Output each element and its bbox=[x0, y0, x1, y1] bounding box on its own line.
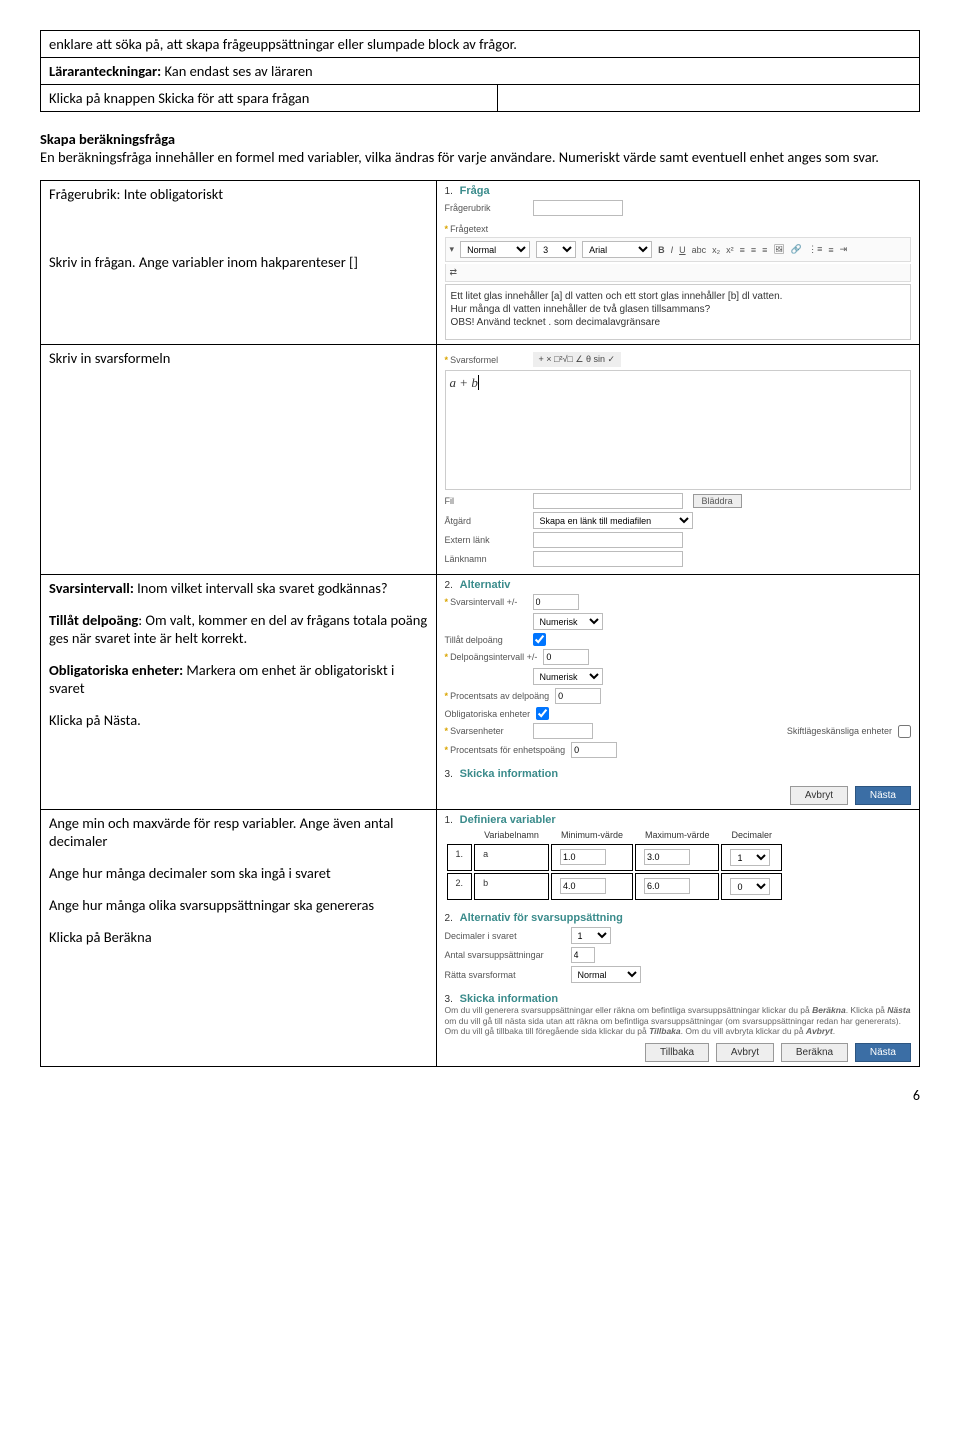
page-number: 6 bbox=[40, 1087, 920, 1104]
intro-title: Skapa beräkningsfråga bbox=[40, 130, 920, 148]
browse-button[interactable]: Bläddra bbox=[693, 494, 742, 508]
interval-type-select[interactable]: Numerisk bbox=[533, 613, 603, 630]
var-a-min[interactable] bbox=[560, 849, 606, 865]
file-input[interactable] bbox=[533, 493, 683, 509]
row3-left: Svarsintervall: Inom vilket intervall sk… bbox=[41, 575, 437, 810]
answer-sets-input[interactable] bbox=[571, 947, 595, 963]
top-line1: enklare att söka på, att skapa frågeupps… bbox=[41, 31, 920, 58]
row4-screenshot: 1. Definiera variabler VariabelnamnMinim… bbox=[436, 810, 919, 1067]
formula-input[interactable]: a + b bbox=[445, 370, 911, 490]
unit-percent-input[interactable] bbox=[571, 742, 617, 758]
var-a-dec[interactable]: 1 bbox=[730, 849, 770, 866]
row3-screenshot: 2. Alternativ *Svarsintervall +/- Numeri… bbox=[436, 575, 919, 810]
variable-row-a: 1. a 1 bbox=[447, 844, 782, 871]
row1-screenshot: 1. Fråga Frågerubrik *Frågetext ▾ Normal… bbox=[436, 181, 919, 345]
top-line2: Läraranteckningar: Kan endast ses av lär… bbox=[41, 58, 920, 85]
answer-format-select[interactable]: Normal bbox=[571, 966, 641, 983]
back-button[interactable]: Tillbaka bbox=[645, 1043, 709, 1062]
partial-percent-input[interactable] bbox=[555, 688, 601, 704]
top-info-table: enklare att söka på, att skapa frågeupps… bbox=[40, 30, 920, 112]
rte-font-select[interactable]: Arial bbox=[582, 241, 652, 258]
submit-info-text: Om du vill generera svarsuppsättningar e… bbox=[445, 1005, 911, 1037]
variable-row-b: 2. b 0 bbox=[447, 873, 782, 900]
linkname-input[interactable] bbox=[533, 551, 683, 567]
rte-style-select[interactable]: Normal bbox=[460, 241, 530, 258]
row2-screenshot: *Svarsformel + × □²√□ ∠ θ sin ✓ a + b Fi… bbox=[436, 345, 919, 575]
rte-size-select[interactable]: 3 bbox=[536, 241, 576, 258]
var-a-max[interactable] bbox=[644, 849, 690, 865]
intro-block: Skapa beräkningsfråga En beräkningsfråga… bbox=[40, 130, 920, 166]
row1-left: Frågerubrik: Inte obligatoriskt Skriv in… bbox=[41, 181, 437, 345]
partial-type-select[interactable]: Numerisk bbox=[533, 668, 603, 685]
cancel-button[interactable]: Avbryt bbox=[790, 786, 848, 805]
next-button-2[interactable]: Nästa bbox=[855, 1043, 911, 1062]
var-b-min[interactable] bbox=[560, 878, 606, 894]
variable-table: VariabelnamnMinimum-värdeMaximum-värdeDe… bbox=[445, 826, 784, 902]
calculate-button[interactable]: Beräkna bbox=[781, 1043, 848, 1062]
cancel-button-2[interactable]: Avbryt bbox=[716, 1043, 774, 1062]
case-sensitive-checkbox[interactable] bbox=[898, 725, 911, 738]
instruction-table: Frågerubrik: Inte obligatoriskt Skriv in… bbox=[40, 180, 920, 1067]
partial-credit-checkbox[interactable] bbox=[533, 633, 546, 646]
formula-ops-toolbar[interactable]: + × □²√□ ∠ θ sin ✓ bbox=[533, 352, 621, 367]
interval-input[interactable] bbox=[533, 594, 579, 610]
answer-decimals-select[interactable]: 1 bbox=[571, 927, 611, 944]
row2-left: Skriv in svarsformeln bbox=[41, 345, 437, 575]
partial-interval-input[interactable] bbox=[543, 649, 589, 665]
var-b-dec[interactable]: 0 bbox=[730, 878, 770, 895]
intro-body: En beräkningsfråga innehåller en formel … bbox=[40, 148, 920, 166]
next-button[interactable]: Nästa bbox=[855, 786, 911, 805]
var-b-max[interactable] bbox=[644, 878, 690, 894]
question-title-input[interactable] bbox=[533, 200, 623, 216]
top-line3: Klicka på knappen Skicka för att spara f… bbox=[41, 85, 498, 112]
answer-units-input[interactable] bbox=[533, 723, 593, 739]
external-link-input[interactable] bbox=[533, 532, 683, 548]
question-text-area[interactable]: Ett litet glas innehåller [a] dl vatten … bbox=[445, 284, 911, 340]
row4-left: Ange min och maxvärde för resp variabler… bbox=[41, 810, 437, 1067]
action-select[interactable]: Skapa en länk till mediafilen bbox=[533, 512, 693, 529]
units-required-checkbox[interactable] bbox=[536, 707, 549, 720]
rte-toolbar[interactable]: ▾ Normal 3 Arial BIUabc x₂x² ≡≡≡ 🖼🔗 ⋮≡≡⇥ bbox=[445, 237, 911, 262]
